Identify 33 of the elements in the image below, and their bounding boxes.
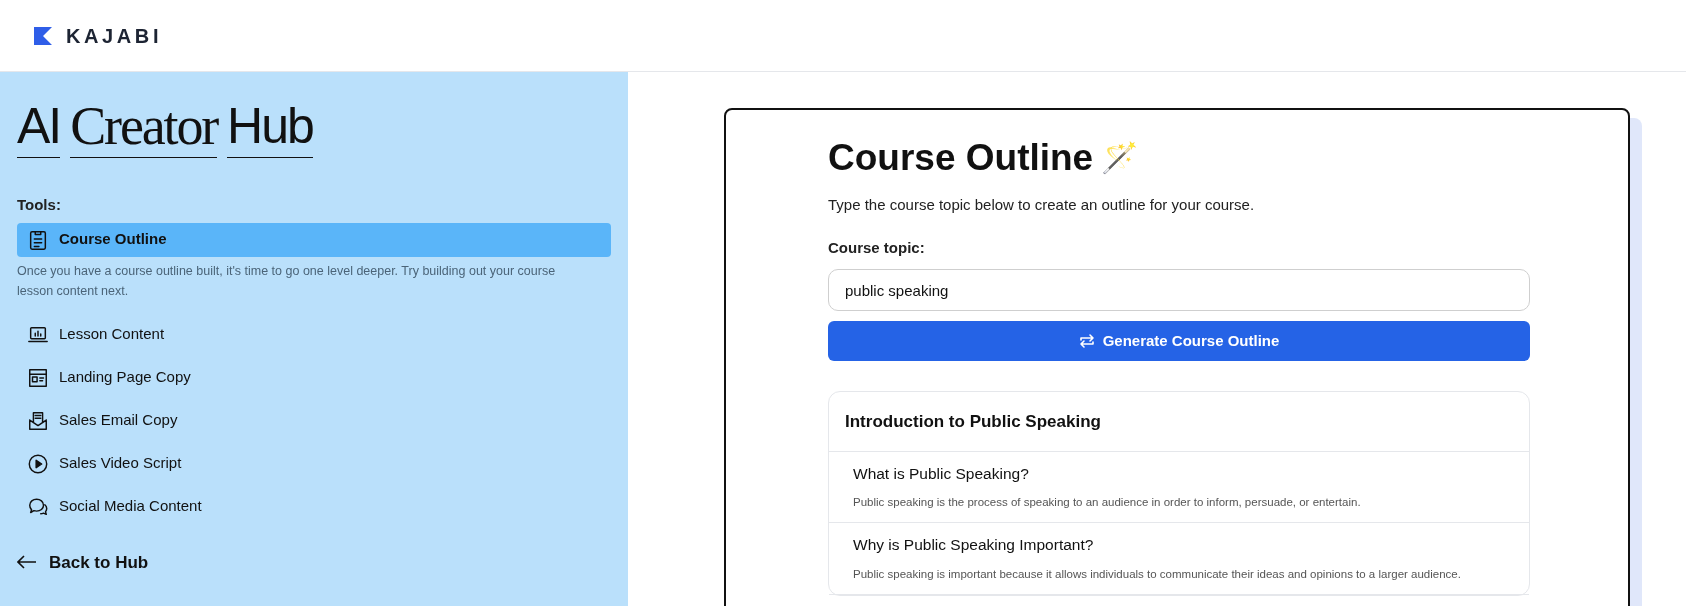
magic-wand-emoji: 🪄 — [1101, 140, 1139, 176]
hub-title-word: AI — [17, 101, 61, 151]
lesson-text: Public speaking is important because it allows individuals to communicate their ideas and opinions to a larger audience. — [853, 566, 1462, 582]
play-circle-icon — [27, 452, 49, 475]
lesson-title: Why is Public Speaking Important? — [853, 535, 1095, 556]
clipboard-icon — [27, 228, 49, 251]
arrow-left-icon — [17, 555, 37, 570]
page-title: Course Outline — [828, 136, 1094, 180]
sidebar-item[interactable]: Sales Email Copy — [17, 403, 611, 438]
swap-arrows-icon — [1078, 333, 1095, 349]
sidebar-item[interactable]: Sales Video Script — [17, 446, 611, 481]
hub-title-word: Creator — [70, 101, 218, 151]
underline-decoration — [17, 157, 61, 158]
back-to-hub-link[interactable]: Back to Hub — [17, 549, 149, 575]
description-text: Type the course topic below to create an outline for your course. — [828, 195, 1256, 215]
logo-text: KAJABI — [66, 23, 163, 49]
lesson-text: Public speaking is the process of speaking to an audience in order to inform, persuade, or entertain. — [853, 495, 1362, 511]
course-topic-field[interactable]: public speaking — [828, 269, 1530, 311]
generate-button[interactable]: Generate Course Outline — [828, 321, 1530, 361]
section-heading: Introduction to Public Speaking — [829, 392, 1529, 452]
tool-hint-text: Once you have a course outline built, it's time to go one level deeper. Try building out your course lesson content next. — [17, 262, 557, 300]
browser-window-icon — [27, 366, 49, 389]
sidebar-item[interactable]: Social Media Content — [17, 489, 611, 524]
hub-title-word: Hub — [227, 101, 313, 151]
field-label: Course topic: — [828, 237, 926, 258]
sidebar-item[interactable]: Landing Page Copy — [17, 360, 611, 395]
lesson-title: What is Public Speaking? — [853, 464, 1030, 484]
sidebar-item[interactable]: Course Outline — [17, 222, 611, 257]
sidebar-item[interactable]: Lesson Content — [17, 317, 611, 352]
chat-bubbles-icon — [27, 495, 49, 518]
logo-icon — [34, 26, 52, 45]
tools-label: Tools: — [17, 195, 62, 215]
envelope-icon — [27, 409, 49, 432]
